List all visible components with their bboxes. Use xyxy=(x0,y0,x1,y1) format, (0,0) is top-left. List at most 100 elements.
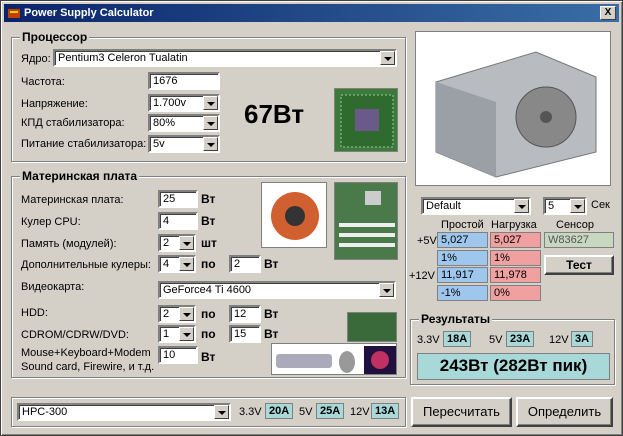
hdd-unit: Вт xyxy=(264,307,279,321)
cooler-label: Кулер CPU: xyxy=(21,216,81,228)
chevron-down-icon[interactable] xyxy=(179,236,194,250)
psu-33-label: 3.3V xyxy=(239,406,262,418)
hdd-watt-input[interactable]: 12 xyxy=(229,305,261,323)
volt-label: Напряжение: xyxy=(21,98,88,110)
cpu-group-title: Процессор xyxy=(20,30,90,44)
chevron-down-icon[interactable] xyxy=(380,51,395,65)
chevron-down-icon[interactable] xyxy=(179,257,194,271)
cd-select-value: 1 xyxy=(163,328,170,340)
close-button[interactable]: X xyxy=(600,6,616,20)
recalc-button[interactable]: Пересчитать xyxy=(411,397,512,427)
fans-select[interactable]: 4 xyxy=(158,255,196,273)
psu-33-amp: 20A xyxy=(265,403,294,419)
interval-unit: Сек xyxy=(591,199,610,211)
psu-12-amp: 13A xyxy=(371,403,400,419)
hdd-select[interactable]: 2 xyxy=(158,305,196,323)
mem-label: Память (модулей): xyxy=(21,238,117,250)
res-33-label: 3.3V xyxy=(417,334,440,346)
psu-image xyxy=(415,31,611,186)
cd-select[interactable]: 1 xyxy=(158,325,196,343)
mem-select[interactable]: 2 xyxy=(158,234,196,252)
supply-select-value: 5v xyxy=(153,138,165,150)
psu-select[interactable]: HPC-300 xyxy=(17,403,231,421)
load-12v-value: 11,978 xyxy=(490,267,541,283)
core-select[interactable]: Pentium3 Celeron Tualatin xyxy=(53,49,397,67)
freq-label: Частота: xyxy=(21,76,65,88)
chevron-down-icon[interactable] xyxy=(514,199,529,213)
motherboard-image xyxy=(334,182,398,260)
cooler-input[interactable]: 4 xyxy=(158,212,198,230)
chevron-down-icon[interactable] xyxy=(570,199,585,213)
volt-select-value: 1.700v xyxy=(153,97,187,109)
col-load: Нагрузка xyxy=(491,219,537,231)
idle-5v-value: 5,027 xyxy=(437,232,488,248)
col-idle: Простой xyxy=(441,219,484,231)
res-5-amp: 23A xyxy=(506,331,535,347)
hdd-per: по xyxy=(201,307,216,321)
test-button[interactable]: Тест xyxy=(544,255,614,275)
mb-input[interactable]: 25 xyxy=(158,190,198,208)
volt-select[interactable]: 1.700v xyxy=(148,94,220,112)
res-5-label: 5V xyxy=(489,334,503,346)
cooler-unit: Вт xyxy=(201,214,216,228)
load-5v-percent: 1% xyxy=(490,250,541,266)
fans-label: Дополнительные кулеры: xyxy=(21,259,151,271)
load-12v-percent: 0% xyxy=(490,285,541,301)
mem-select-value: 2 xyxy=(163,237,170,249)
misc-label-1: Mouse+Keyboard+Modem xyxy=(21,347,151,359)
fans-watt-input[interactable]: 2 xyxy=(229,255,261,273)
psu-select-value: HPC-300 xyxy=(22,406,68,418)
supply-select[interactable]: 5v xyxy=(148,135,220,153)
idle-12v-value: 11,917 xyxy=(437,267,488,283)
res-12-label: 12V xyxy=(549,334,569,346)
eff-select[interactable]: 80% xyxy=(148,114,220,132)
total-power: 243Вт (282Вт пик) xyxy=(417,353,610,380)
res-33-amp: 18A xyxy=(443,331,472,347)
chevron-down-icon[interactable] xyxy=(203,96,218,110)
title-bar: Power Supply Calculator X xyxy=(4,4,619,22)
fans-unit: Вт xyxy=(264,257,279,271)
psu-12-label: 12V xyxy=(350,406,370,418)
chevron-down-icon[interactable] xyxy=(379,283,394,297)
interval-select[interactable]: 5 xyxy=(543,197,587,215)
chevron-down-icon[interactable] xyxy=(203,116,218,130)
videocard-image xyxy=(347,312,397,342)
idle-5v-percent: 1% xyxy=(437,250,488,266)
chevron-down-icon[interactable] xyxy=(179,327,194,341)
peripherals-image xyxy=(271,343,397,375)
eff-label: КПД стабилизатора: xyxy=(21,117,125,129)
chevron-down-icon[interactable] xyxy=(179,307,194,321)
psu-5-label: 5V xyxy=(299,406,313,418)
mb-unit: Вт xyxy=(201,192,216,206)
video-select[interactable]: GeForce4 Ti 4600 xyxy=(158,281,396,299)
chevron-down-icon[interactable] xyxy=(214,405,229,419)
cd-unit: Вт xyxy=(264,327,279,341)
mem-unit: шт xyxy=(201,236,217,250)
misc-unit: Вт xyxy=(201,350,216,364)
cd-per: по xyxy=(201,327,216,341)
sensor-name: W83627 xyxy=(544,232,614,248)
row-5v-label: +5V xyxy=(417,235,437,247)
interval-select-value: 5 xyxy=(548,200,555,212)
results-group-title: Результаты xyxy=(419,312,493,326)
chevron-down-icon[interactable] xyxy=(203,137,218,151)
cd-watt-input[interactable]: 15 xyxy=(229,325,261,343)
misc-label-2: Sound card, Firewire, и т.д. xyxy=(21,361,155,373)
mb-label: Материнская плата: xyxy=(21,194,124,206)
cpu-chip-image xyxy=(334,88,398,152)
res-12-amp: 3A xyxy=(571,331,594,347)
app-icon xyxy=(8,9,20,18)
eff-select-value: 80% xyxy=(153,117,176,129)
freq-input[interactable]: 1676 xyxy=(148,72,220,90)
main-window: Power Supply Calculator X Процессор Ядро… xyxy=(0,0,623,436)
profile-select[interactable]: Default xyxy=(421,197,531,215)
supply-label: Питание стабилизатора: xyxy=(21,138,147,150)
window-title: Power Supply Calculator xyxy=(24,7,154,19)
detect-button[interactable]: Определить xyxy=(516,397,613,427)
fans-per: по xyxy=(201,257,216,271)
fans-select-value: 4 xyxy=(163,258,170,270)
col-sensor: Сенсор xyxy=(556,219,594,231)
misc-input[interactable]: 10 xyxy=(158,346,198,364)
hdd-label: HDD: xyxy=(21,307,48,319)
core-label: Ядро: xyxy=(21,53,51,65)
